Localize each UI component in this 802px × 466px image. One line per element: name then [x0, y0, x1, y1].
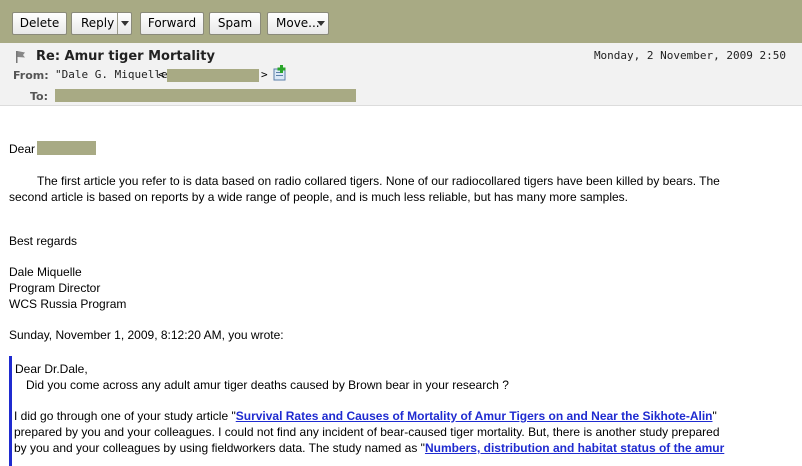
signature-org: WCS Russia Program: [9, 297, 127, 311]
forward-button[interactable]: Forward: [140, 12, 204, 35]
quoted-line-3-pre: by you and your colleagues by using fiel…: [14, 441, 425, 455]
article-link-numbers-distribution[interactable]: Numbers, distribution and habitat status…: [425, 441, 724, 455]
article-link-survival-rates[interactable]: Survival Rates and Causes of Mortality o…: [236, 409, 713, 423]
reply-label: Reply: [81, 16, 115, 30]
closing: Best regards: [9, 234, 78, 248]
redacted-recipient-name: [37, 141, 96, 155]
delete-button[interactable]: Delete: [12, 12, 67, 35]
redacted-recipient: [55, 89, 356, 102]
sender-name[interactable]: "Dale G. Miquelle": [55, 68, 174, 81]
quoted-line-3: by you and your colleagues by using fiel…: [14, 441, 724, 455]
quoted-line-2: prepared by you and your colleagues. I c…: [14, 425, 720, 439]
quoted-question: Did you come across any adult amur tiger…: [26, 378, 509, 392]
from-label: From:: [13, 69, 49, 82]
move-dropdown[interactable]: Move...: [267, 12, 329, 35]
email-close-bracket: >: [261, 68, 268, 81]
quoted-line-1-pre: I did go through one of your study artic…: [14, 409, 236, 423]
signature-title: Program Director: [9, 281, 101, 295]
chevron-down-icon: [121, 21, 129, 26]
body-paragraph-line-2: second article is based on reports by a …: [9, 190, 628, 204]
quoted-line-1-post: ": [712, 409, 717, 423]
reply-dropdown-button[interactable]: [117, 13, 131, 34]
spam-button[interactable]: Spam: [209, 12, 261, 35]
email-open-bracket: <: [158, 68, 165, 81]
signature-name: Dale Miquelle: [9, 265, 82, 279]
message-date: Monday, 2 November, 2009 2:50: [593, 49, 786, 62]
message-toolbar: Delete Reply Forward Spam Move...: [0, 0, 802, 43]
move-label: Move...: [276, 16, 320, 30]
reply-button[interactable]: Reply: [71, 12, 132, 35]
chevron-down-icon: [317, 21, 325, 26]
greeting: Dear: [9, 142, 36, 156]
message-subject: Re: Amur tiger Mortality: [36, 49, 215, 64]
quoted-greeting: Dear Dr.Dale,: [15, 362, 88, 376]
quoted-line-1: I did go through one of your study artic…: [14, 409, 717, 423]
quote-bar: [9, 356, 12, 466]
quote-attribution: Sunday, November 1, 2009, 8:12:20 AM, yo…: [9, 328, 284, 342]
add-contact-icon[interactable]: [272, 65, 288, 81]
flag-icon[interactable]: [16, 51, 26, 63]
to-label: To:: [30, 90, 48, 103]
redacted-sender-email: [167, 69, 259, 82]
body-paragraph-line-1: The first article you refer to is data b…: [37, 174, 720, 188]
